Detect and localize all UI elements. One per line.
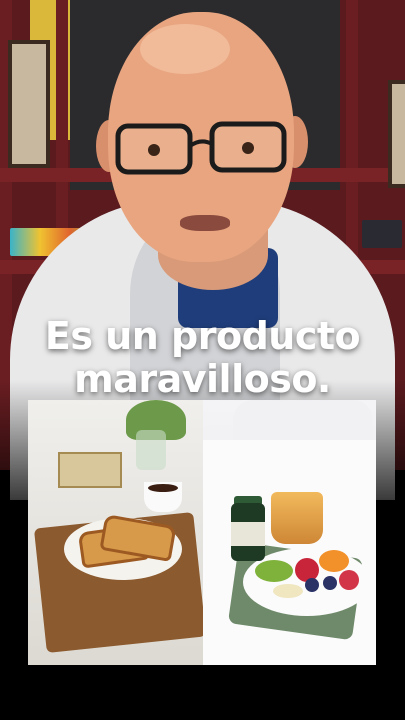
- caption-line-1: Es un producto: [44, 314, 361, 358]
- banana-slice: [273, 584, 303, 598]
- breakfast-fruit-scene: [203, 400, 376, 665]
- breakfast-toast-scene: [28, 400, 207, 665]
- inset-photo: [28, 400, 376, 665]
- blueberry: [305, 578, 319, 592]
- picture-frame-left: [8, 40, 50, 168]
- mouth: [180, 215, 230, 231]
- glass-vase: [136, 430, 166, 470]
- strawberry: [339, 570, 359, 590]
- eyeglasses-icon: [115, 121, 287, 175]
- supplement-label: [231, 522, 265, 546]
- book-row-right: [362, 220, 402, 248]
- kiwi-slice: [255, 560, 293, 582]
- picture-frame-right: [388, 80, 405, 188]
- stacked-books: [58, 452, 122, 488]
- head-highlight: [140, 24, 230, 74]
- orange-slice: [319, 550, 349, 572]
- coffee: [148, 484, 178, 492]
- blueberry: [323, 576, 337, 590]
- tea-glass: [271, 492, 323, 544]
- caption-line-2: maravilloso.: [74, 357, 331, 401]
- video-frame: Es un producto maravilloso.: [0, 0, 405, 720]
